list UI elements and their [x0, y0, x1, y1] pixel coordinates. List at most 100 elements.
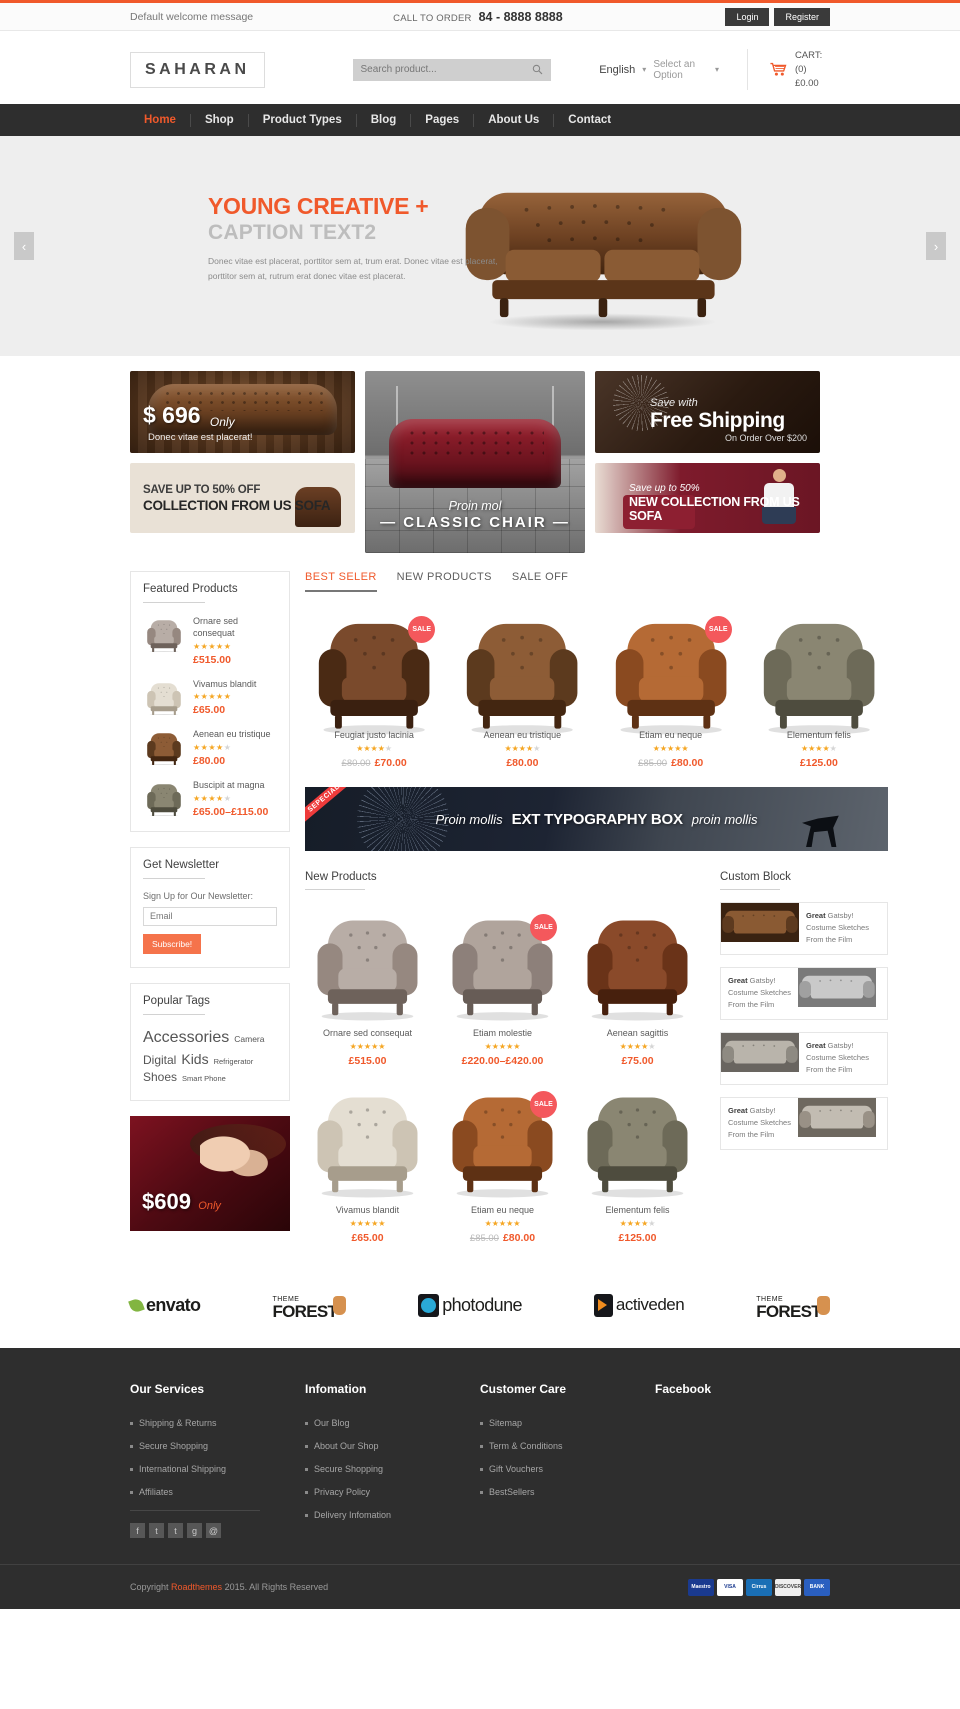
call-label: CALL TO ORDER	[393, 12, 472, 24]
chevron-down-icon[interactable]: ▾	[642, 65, 646, 74]
promo-new-collection[interactable]: Save up to 50% NEW COLLECTION FROM US SO…	[595, 463, 820, 534]
tag-camera[interactable]: Camera	[234, 1033, 264, 1045]
product-card[interactable]: SALE Etiam eu neque ★★★★★ £85.00 £80.00	[440, 1085, 565, 1244]
product-card[interactable]: Elementum felis ★★★★★ £125.00	[750, 610, 888, 769]
tag-smart-phone[interactable]: Smart Phone	[182, 1074, 226, 1085]
register-button[interactable]: Register	[774, 7, 830, 26]
brand-photodune[interactable]: photodune	[418, 1293, 522, 1317]
footer-link[interactable]: Secure Shopping	[130, 1441, 305, 1451]
product-image	[467, 624, 578, 735]
promo-classic-chair[interactable]: Proin mol — CLASSIC CHAIR —	[365, 371, 585, 554]
nav-item-pages[interactable]: Pages	[411, 113, 475, 127]
brand-themeforest[interactable]: THEME FOREST	[756, 1291, 830, 1320]
footer-link[interactable]: BestSellers	[480, 1487, 655, 1497]
tab-best-seler[interactable]: BEST SELER	[305, 571, 377, 593]
product-name[interactable]: Vivamus blandit	[305, 1205, 430, 1215]
footer-link[interactable]: Gift Vouchers	[480, 1464, 655, 1474]
custom-block-item[interactable]: Great Gatsby! Costume Sketches From the Fi…	[720, 967, 888, 1021]
footer-link[interactable]: Delivery Infomation	[305, 1510, 480, 1520]
promo-free-shipping[interactable]: Save with Free Shipping On Order Over $2…	[595, 371, 820, 454]
product-name[interactable]: Aenean sagittis	[575, 1028, 700, 1038]
new-products-row-2: Vivamus blandit ★★★★★ £65.00 SALE Etiam eu n…	[305, 1085, 700, 1244]
product-card[interactable]: Aenean eu tristique ★★★★★ £80.00	[453, 610, 591, 769]
tag-refrigerator[interactable]: Refrigerator	[214, 1057, 254, 1068]
product-image-wrap: SALE	[305, 610, 443, 735]
nav-item-home[interactable]: Home	[130, 113, 191, 127]
product-card[interactable]: SALE Etiam eu neque ★★★★★ £85.00 £80.00	[602, 610, 740, 769]
newsletter-email-input[interactable]	[143, 906, 277, 926]
featured-product-item[interactable]: Aenean eu tristique ★★★★★ £80.00	[143, 729, 277, 767]
promo-price-banner[interactable]: $ 696 Only Donec vitae est placerat!	[130, 371, 355, 454]
nav-item-blog[interactable]: Blog	[357, 113, 412, 127]
product-card[interactable]: Vivamus blandit ★★★★★ £65.00	[305, 1085, 430, 1244]
social-icon[interactable]: t	[149, 1523, 164, 1539]
search-box[interactable]	[352, 58, 552, 81]
footer-link[interactable]: About Our Shop	[305, 1441, 480, 1451]
social-icon[interactable]: @	[206, 1523, 221, 1539]
social-icon[interactable]: g	[187, 1523, 202, 1539]
chevron-down-icon-2[interactable]: ▾	[715, 65, 719, 74]
nav-item-shop[interactable]: Shop	[191, 113, 249, 127]
brand-envato[interactable]: envato	[128, 1295, 201, 1316]
tab-new-products[interactable]: NEW PRODUCTS	[397, 571, 492, 592]
product-image-wrap	[575, 908, 700, 1021]
nav-item-product-types[interactable]: Product Types	[249, 113, 357, 127]
featured-product-price: £65.00–£115.00	[193, 805, 269, 818]
nav-item-about-us[interactable]: About Us	[474, 113, 555, 127]
footer-link[interactable]: Secure Shopping	[305, 1464, 480, 1474]
typography-banner[interactable]: SEPECIAL Proin mollis EXT TYPOGRAPHY BOX…	[305, 787, 888, 852]
product-card[interactable]: Elementum felis ★★★★★ £125.00	[575, 1085, 700, 1244]
custom-block-item[interactable]: Great Gatsby! Costume Sketches From the Fi…	[720, 1032, 888, 1086]
featured-product-item[interactable]: Vivamus blandit ★★★★★ £65.00	[143, 679, 277, 716]
footer-link[interactable]: Sitemap	[480, 1418, 655, 1428]
product-card[interactable]: Aenean sagittis ★★★★★ £75.00	[575, 908, 700, 1067]
featured-product-item[interactable]: Ornare sed consequat ★★★★★ £515.00	[143, 616, 277, 666]
tag-kids[interactable]: Kids	[181, 1049, 208, 1069]
footer-link[interactable]: Privacy Policy	[305, 1487, 480, 1497]
product-name[interactable]: Etiam molestie	[440, 1028, 565, 1038]
custom-block-text: Great Gatsby! Costume Sketches From the Fi…	[728, 1106, 791, 1139]
typo-script-left: Proin mollis	[435, 811, 503, 827]
cart-icon[interactable]	[770, 61, 787, 78]
search-input[interactable]	[360, 64, 533, 76]
product-name[interactable]: Ornare sed consequat	[305, 1028, 430, 1038]
product-name[interactable]: Elementum felis	[575, 1205, 700, 1215]
sidebar-promo-banner[interactable]: $609 Only	[130, 1115, 290, 1231]
footer-link[interactable]: Affiliates	[130, 1487, 305, 1497]
product-card[interactable]: Ornare sed consequat ★★★★★ £515.00	[305, 908, 430, 1067]
brand-themeforest[interactable]: THEME FOREST	[272, 1291, 347, 1320]
hero-prev-arrow[interactable]: ‹	[14, 232, 34, 261]
social-icon[interactable]: f	[130, 1523, 145, 1539]
tag-shoes[interactable]: Shoes	[143, 1069, 177, 1086]
hero-next-arrow[interactable]: ›	[926, 232, 946, 261]
product-name[interactable]: Etiam eu neque	[440, 1205, 565, 1215]
promo-sale-banner[interactable]: SAVE UP TO 50% OFF COLLECTION FROM US SO…	[130, 463, 355, 534]
site-logo[interactable]: SAHARAN	[130, 51, 265, 88]
footer-link[interactable]: International Shipping	[130, 1464, 305, 1474]
search-icon[interactable]	[532, 64, 543, 75]
tag-accessories[interactable]: Accessories	[143, 1026, 229, 1049]
social-icon[interactable]: t	[168, 1523, 183, 1539]
star-icon: ★	[208, 641, 217, 651]
product-card[interactable]: SALE Feugiat justo lacinia ★★★★★ £80.00 £70.…	[305, 610, 443, 769]
featured-product-item[interactable]: Buscipit at magna ★★★★★ £65.00–£115.00	[143, 780, 277, 818]
copyright-brand[interactable]: Roadthemes	[171, 1582, 222, 1592]
custom-block-item[interactable]: Great Gatsby! Costume Sketches From the Fi…	[720, 902, 888, 956]
nav-item-contact[interactable]: Contact	[554, 114, 625, 127]
footer-link[interactable]: Our Blog	[305, 1418, 480, 1428]
custom-block-image	[797, 968, 876, 1008]
product-image-wrap	[575, 1085, 700, 1198]
tag-digital[interactable]: Digital	[143, 1052, 176, 1069]
language-selector[interactable]: English ▾ Select an Option ▾	[599, 59, 719, 81]
footer-link[interactable]: Shipping & Returns	[130, 1418, 305, 1428]
hero-slider: ‹ › YOUNG CREATIVE + CAPTION TEXT2 Donec…	[0, 136, 960, 357]
tab-sale-off[interactable]: SALE OFF	[512, 571, 568, 592]
subscribe-button[interactable]: Subscribe!	[143, 933, 202, 954]
product-card[interactable]: SALE Etiam molestie ★★★★★ £220.00–£420.00	[440, 908, 565, 1067]
featured-product-rating: ★★★★★	[193, 744, 271, 752]
footer-link[interactable]: Term & Conditions	[480, 1441, 655, 1451]
custom-block-item[interactable]: Great Gatsby! Costume Sketches From the Fi…	[720, 1097, 888, 1151]
brand-activeden[interactable]: activeden	[593, 1293, 685, 1317]
cart-widget[interactable]: CART: (0) £0.00	[747, 49, 830, 91]
login-button[interactable]: Login	[725, 7, 770, 26]
